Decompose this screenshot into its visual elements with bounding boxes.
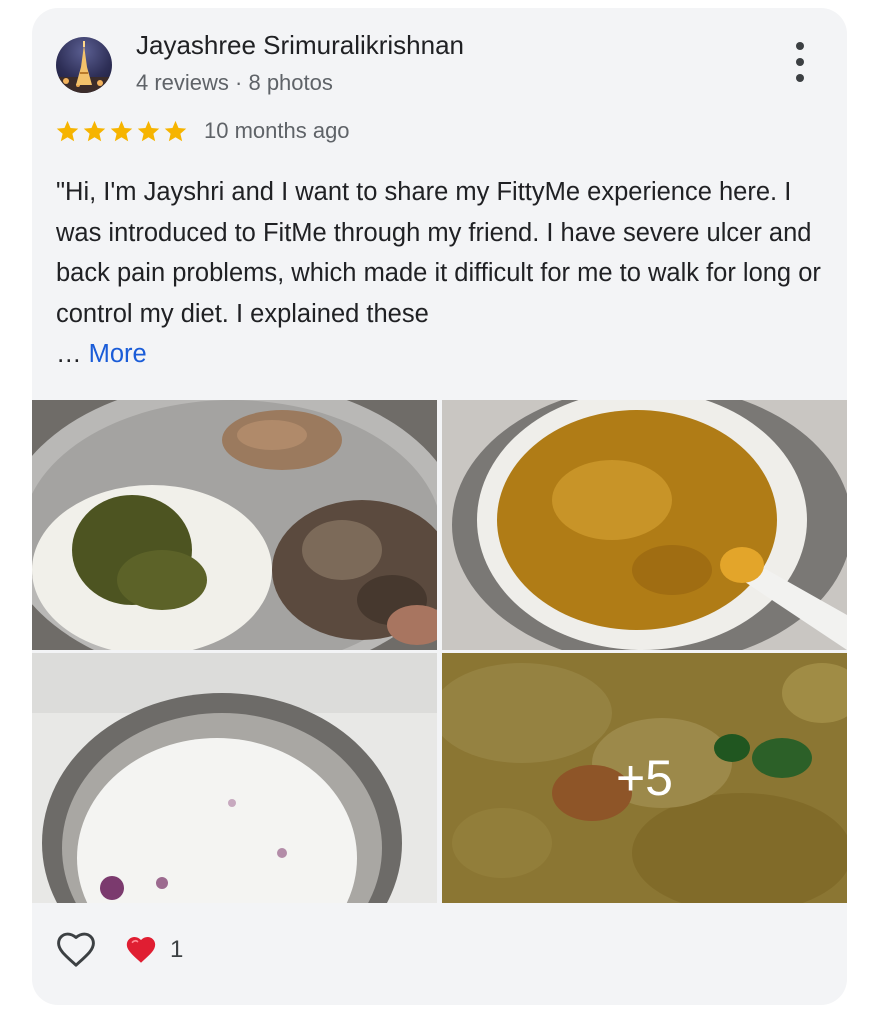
review-more-line: … More (56, 334, 147, 374)
red-heart-icon[interactable] (124, 933, 158, 967)
review-photo-3[interactable] (32, 653, 437, 903)
more-options-button[interactable] (784, 42, 816, 82)
more-photos-overlay[interactable]: +5 (442, 653, 847, 903)
star-icon (56, 120, 79, 141)
author-name[interactable]: Jayashree Srimuralikrishnan (136, 30, 464, 61)
review-photo-1[interactable] (32, 400, 437, 650)
more-link[interactable]: More (89, 340, 147, 368)
eiffel-tower-avatar-image (56, 41, 112, 93)
more-vert-icon (796, 42, 804, 50)
star-rating (55, 119, 188, 144)
reaction-count: 1 (170, 936, 184, 963)
photo-grid: +5 (32, 400, 847, 903)
rice-and-curry-photo (32, 400, 437, 650)
author-avatar[interactable] (56, 37, 112, 93)
rating-row: 10 months ago (55, 118, 350, 144)
star-icon (110, 120, 133, 141)
ellipsis: … (56, 340, 82, 368)
review-card: Jayashree Srimuralikrishnan 4 reviews · … (32, 8, 847, 1005)
buttermilk-vessel-photo (32, 653, 437, 903)
star-icon (137, 120, 160, 141)
author-meta: 4 reviews · 8 photos (136, 70, 333, 95)
star-icon (164, 120, 187, 141)
review-photo-4[interactable]: +5 (442, 653, 847, 903)
star-icon (83, 120, 106, 141)
review-photo-2[interactable] (442, 400, 847, 650)
more-photos-count: +5 (615, 750, 673, 806)
review-text: "Hi, I'm Jayshri and I want to share my … (56, 178, 821, 328)
soup-bowl-photo (442, 400, 847, 650)
heart-outline-icon[interactable] (54, 928, 98, 972)
review-time: 10 months ago (204, 118, 350, 143)
reactions-bar: 1 (54, 928, 183, 972)
